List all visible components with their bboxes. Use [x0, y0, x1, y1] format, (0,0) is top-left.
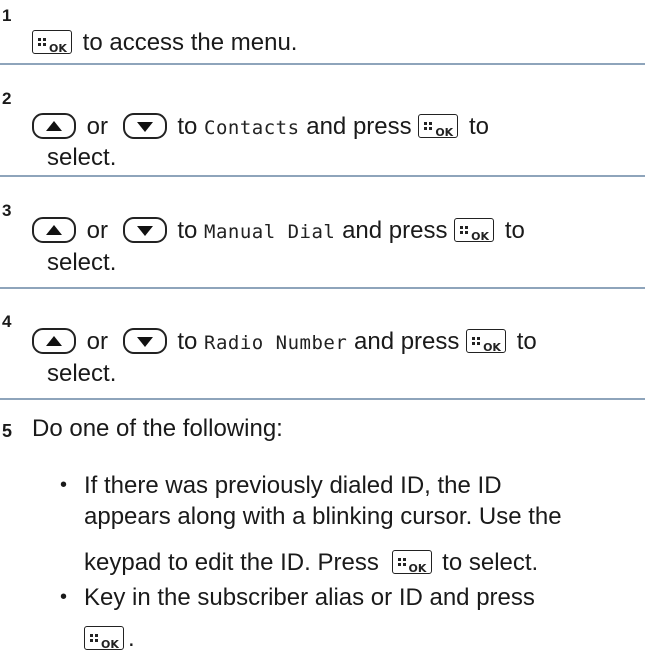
down-arrow-key-icon [122, 216, 167, 243]
down-arrow-key-icon [122, 327, 167, 354]
select-text: select. [47, 360, 117, 387]
step-number: 4 [2, 312, 12, 331]
ok-key-icon: OK [32, 29, 72, 55]
bullet-text: Key in the subscriber alias or ID and pr… [84, 584, 535, 611]
step-line: or to Radio Number and press OK to [32, 327, 537, 358]
bullet-line: appears along with a blinking cursor. Us… [84, 502, 562, 532]
to-text: to [177, 328, 198, 355]
to-text: to [516, 328, 537, 355]
select-text: select. [47, 249, 117, 276]
menu-item-radio-number: Radio Number [204, 332, 348, 354]
divider [0, 63, 645, 65]
bullet-symbol: • [60, 586, 68, 608]
bullet-symbol: • [60, 474, 68, 496]
step-line: select. [47, 359, 116, 389]
step-line: select. [47, 248, 116, 278]
to-text: to [177, 113, 198, 140]
step-number: 3 [2, 201, 12, 220]
divider [0, 287, 645, 289]
down-arrow-key-icon [122, 112, 167, 139]
menu-item-manual-dial: Manual Dial [204, 221, 336, 243]
step-intro: Do one of the following: [32, 414, 283, 444]
bullet-line: Key in the subscriber alias or ID and pr… [84, 583, 535, 613]
to-text: to [468, 113, 489, 140]
ok-key-icon: OK [466, 328, 507, 354]
select-text: select. [47, 144, 117, 171]
bullet-text: keypad to edit the ID. Press [84, 549, 379, 576]
and-press-text: and press [354, 328, 460, 355]
bullet-line: OK. [84, 624, 135, 654]
or-text: or [86, 113, 109, 140]
intro-text: Do one of the following: [32, 415, 283, 442]
step-line: select. [47, 143, 116, 173]
step-number: 2 [2, 89, 12, 108]
step-line: or to Manual Dial and press OK to [32, 216, 525, 247]
bullet-text: If there was previously dialed ID, the I… [84, 472, 502, 499]
bullet-text: to select. [442, 549, 539, 576]
ok-key-icon: OK [391, 549, 432, 575]
up-arrow-key-icon [32, 327, 76, 354]
to-text: to [177, 217, 198, 244]
step-text: to access the menu. [82, 29, 298, 56]
menu-item-contacts: Contacts [204, 117, 300, 139]
up-arrow-key-icon [32, 216, 76, 243]
or-text: or [86, 328, 109, 355]
or-text: or [86, 217, 109, 244]
and-press-text: and press [342, 217, 448, 244]
and-press-text: and press [306, 113, 412, 140]
ok-key-icon: OK [454, 217, 495, 243]
bullet-line: If there was previously dialed ID, the I… [84, 471, 502, 501]
bullet-text: appears along with a blinking cursor. Us… [84, 503, 562, 530]
step-line: or to Contacts and press OK to [32, 112, 489, 143]
bullet-line: keypad to edit the ID. Press OK to selec… [84, 548, 538, 578]
step-number: 5 [2, 421, 13, 441]
up-arrow-key-icon [32, 112, 76, 139]
ok-key-icon: OK [418, 113, 459, 139]
ok-key-icon: OK [84, 625, 124, 651]
step-line: OK to access the menu. [32, 28, 297, 58]
step-number: 1 [2, 6, 12, 25]
divider [0, 175, 645, 177]
divider [0, 398, 645, 400]
bullet-text: . [128, 625, 135, 652]
to-text: to [504, 217, 525, 244]
